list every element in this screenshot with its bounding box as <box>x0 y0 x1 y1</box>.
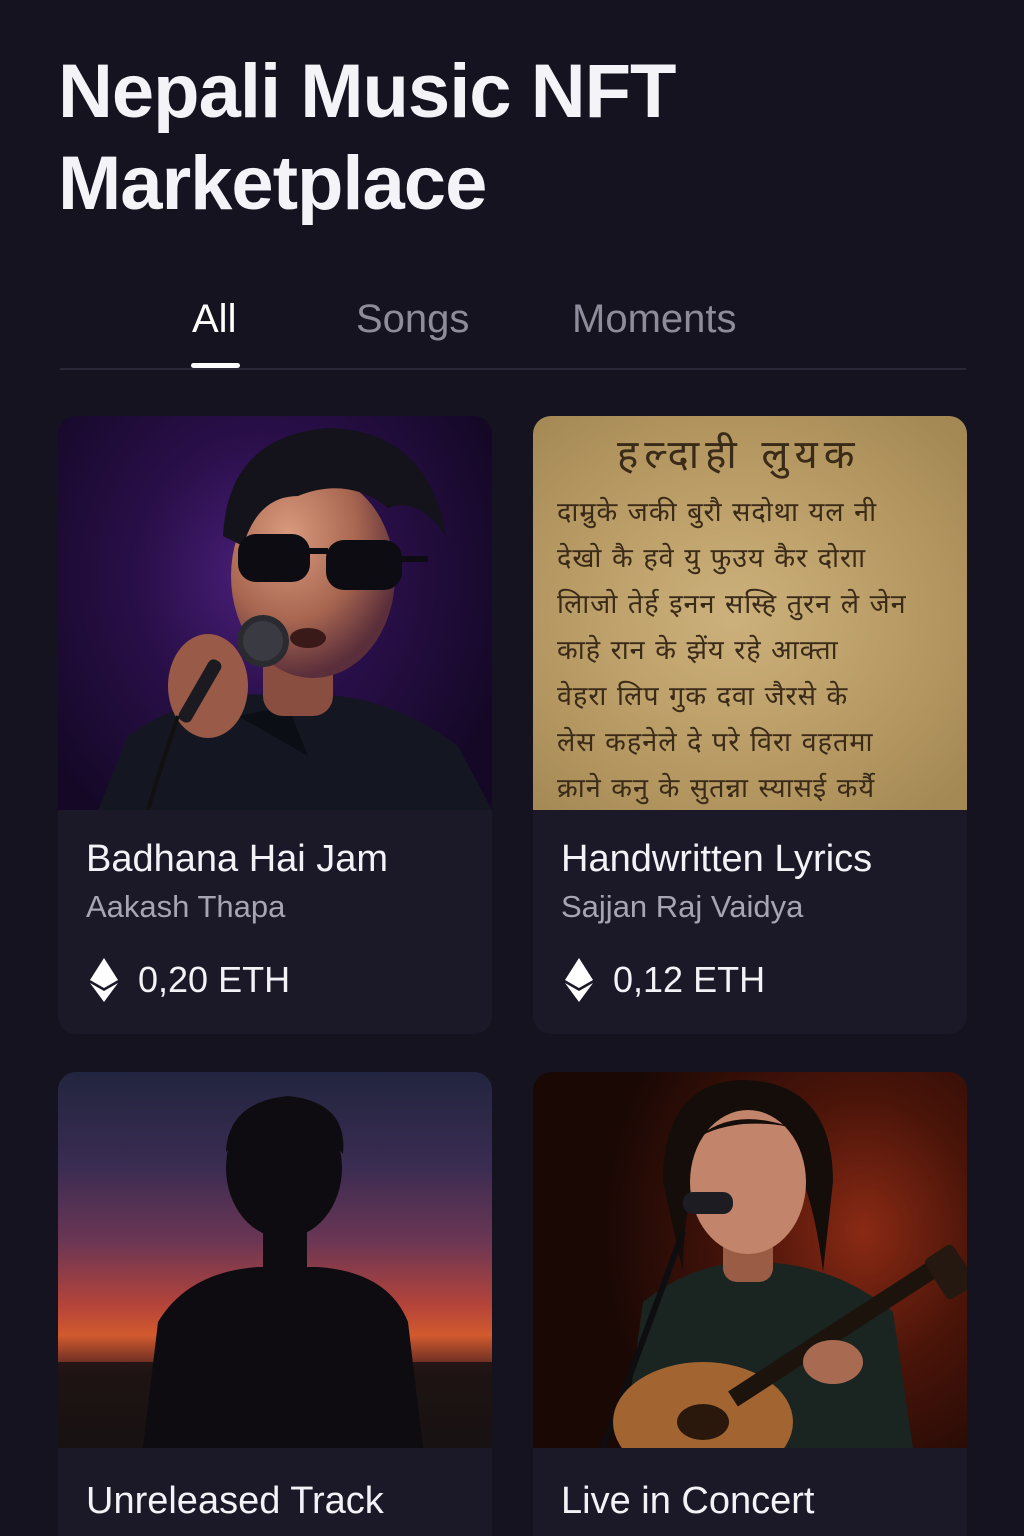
filter-tabs: All Songs Moments <box>60 288 966 370</box>
tab-moments[interactable]: Moments <box>572 294 737 344</box>
ethereum-icon <box>90 958 118 1002</box>
card-price: 0,20 ETH <box>86 958 290 1002</box>
price-value: 0,12 ETH <box>613 959 766 1000</box>
card-artist: Aakash Thapa <box>86 889 286 924</box>
handwritten-lyrics-paper-photo: हल्दाही लुयक दाम्रुके जकी बुरौ सदोथा यल … <box>533 416 967 810</box>
lyrics-line: देखो कै हवे यु फुउय कैर दोराा <box>557 543 867 574</box>
page-title-line1: Nepali Music NFT <box>58 49 676 134</box>
card-price: 0,12 ETH <box>561 958 765 1002</box>
tab-songs[interactable]: Songs <box>356 294 469 344</box>
nft-card-unreleased-track[interactable]: Unreleased Track <box>58 1072 492 1536</box>
lyrics-heading: हल्दाही लुयक <box>617 432 861 478</box>
nft-card-badhana-hai-jam[interactable]: Badhana Hai Jam Aakash Thapa 0,20 ETH <box>58 416 492 1034</box>
card-title: Unreleased Track <box>86 1480 384 1522</box>
lyrics-line: दाम्रुके जकी बुरौ सदोथा यल नी <box>557 497 878 528</box>
singer-illustration <box>98 428 492 810</box>
card-title: Handwritten Lyrics <box>561 838 873 880</box>
active-tab-indicator <box>191 363 240 368</box>
singer-with-sunglasses-photo <box>58 416 492 810</box>
nft-card-live-in-concert[interactable]: Live in Concert <box>533 1072 967 1536</box>
tab-all[interactable]: All <box>192 294 236 344</box>
lyrics-line: काहे रान के झेंय रहे आक्ता <box>557 635 839 666</box>
guitarist-illustration <box>600 1080 967 1448</box>
price-value: 0,20 ETH <box>138 959 291 1000</box>
lyrics-line: वेहरा लिप गुक दवा जैरसे के <box>557 681 849 712</box>
card-title: Badhana Hai Jam <box>86 838 389 880</box>
page-title-line2: Marketplace <box>58 141 487 226</box>
silhouette-illustration <box>58 1096 492 1448</box>
ethereum-icon <box>565 958 593 1002</box>
marketplace-page: Nepali Music NFT Marketplace All Songs M… <box>0 0 1024 1536</box>
guitarist-singing-photo <box>533 1072 967 1448</box>
card-artist: Sajjan Raj Vaidya <box>561 889 804 924</box>
lyrics-line: क्राने कनु के सुतन्ना स्यासई कर्यै <box>557 773 876 804</box>
nft-card-handwritten-lyrics[interactable]: हल्दाही लुयक दाम्रुके जकी बुरौ सदोथा यल … <box>533 416 967 1034</box>
lyrics-line: लिाजो तेर्ह इनन सस्हि तुरन ले जेन <box>557 589 907 620</box>
card-title: Live in Concert <box>561 1480 815 1522</box>
silhouette-sunset-photo <box>58 1072 492 1448</box>
lyrics-line: लेस कहनेले दे परे विरा वहतमा <box>557 727 874 758</box>
page-title: Nepali Music NFT Marketplace <box>58 46 958 230</box>
